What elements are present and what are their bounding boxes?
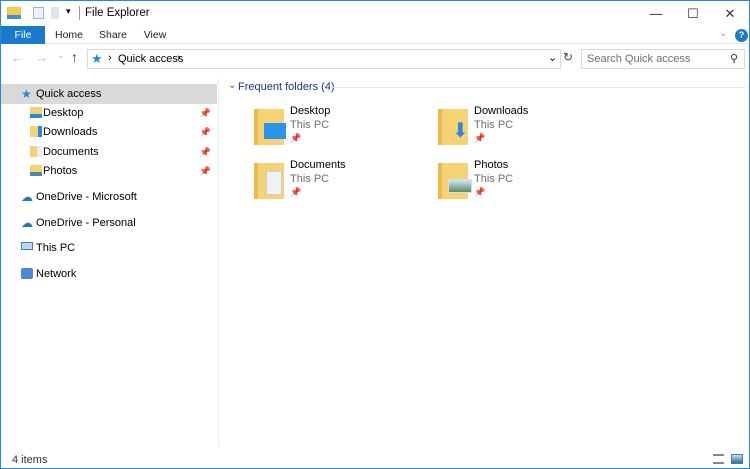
search-placeholder: Search Quick access [587,53,691,65]
folder-icon [30,165,42,176]
folder-location: This PC [290,173,330,185]
large-icons-view-icon[interactable] [731,454,743,464]
pin-icon[interactable]: 📌 [200,142,211,162]
folder-location: This PC [474,173,514,185]
pin-icon[interactable]: 📌 [474,133,485,144]
collapse-group-chevron-icon[interactable]: ⌄ [228,80,236,91]
cloud-icon: ☁ [21,216,33,230]
title-bar: ▾ File Explorer — ☐ ✕ [1,1,749,26]
close-button[interactable]: ✕ [710,1,750,26]
sidebar-item-label: Desktop [43,107,84,119]
folder-location: This PC [474,119,514,131]
folder-icon: ⬇ [438,109,469,145]
maximize-button[interactable]: ☐ [673,1,713,26]
sidebar-item-label: This PC [36,242,76,254]
content-pane: ⌄ Frequent folders (4) Desktop This PC 📌… [220,79,750,447]
customize-toolbar-icon[interactable]: ▾ [66,6,71,17]
folder-name: Documents [290,159,346,171]
pin-icon[interactable]: 📌 [290,187,301,198]
folder-location: This PC [290,119,330,131]
sidebar-item-label: OneDrive - Microsoft [36,191,137,203]
sidebar-item-this-pc[interactable]: This PC [1,238,217,258]
folder-icon [30,146,42,157]
pin-icon[interactable]: 📌 [290,133,301,144]
sidebar-item-documents[interactable]: Documents 📌 [1,142,217,162]
folder-icon [438,163,472,199]
pin-icon[interactable]: 📌 [200,103,211,123]
forward-button[interactable]: → [35,50,48,65]
window-title: File Explorer [85,7,150,19]
sidebar-item-onedrive-personal[interactable]: ☁ OneDrive - Personal [1,213,217,233]
ribbon-tabs: File Home Share View ⌄ ? [1,26,749,44]
pin-icon[interactable]: 📌 [200,122,211,142]
back-button[interactable]: ← [11,50,24,65]
sidebar-item-photos[interactable]: Photos 📌 [1,161,217,181]
divider [79,6,80,20]
sidebar-item-desktop[interactable]: Desktop 📌 [1,103,217,123]
sidebar-item-downloads[interactable]: Downloads 📌 [1,122,217,142]
star-icon: ★ [21,87,32,101]
tab-view[interactable]: View [137,26,173,44]
sidebar-item-label: OneDrive - Personal [36,217,136,229]
sidebar-item-label: Quick access [36,88,102,100]
computer-icon [21,242,33,250]
address-dropdown-icon[interactable]: ⌄ [548,51,557,64]
address-bar[interactable]: ★ › Quick access › ⌄ [87,49,561,69]
refresh-button[interactable]: ↻ [563,50,573,64]
folder-tile-documents[interactable]: Documents This PC 📌 [254,159,434,209]
folder-icon [30,126,42,137]
search-input[interactable]: Search Quick access ⚲ [581,49,745,69]
sidebar-item-quick-access[interactable]: ★ Quick access [1,84,217,104]
pin-icon[interactable]: 📌 [474,187,485,198]
network-icon [21,268,33,279]
new-folder-icon[interactable] [51,7,59,19]
expand-ribbon-chevron-icon[interactable]: ⌄ [719,28,727,39]
properties-icon[interactable] [33,7,44,19]
folder-icon [254,163,284,199]
navigation-pane: ★ Quick access Desktop 📌 Downloads 📌 Doc… [1,79,219,447]
breadcrumb-separator[interactable]: › [177,52,181,64]
folder-tile-photos[interactable]: Photos This PC 📌 [438,159,618,209]
breadcrumb-quick-access[interactable]: Quick access [118,53,183,65]
cloud-icon: ☁ [21,190,33,204]
tab-share[interactable]: Share [93,26,133,44]
folder-icon [30,107,42,118]
up-button[interactable]: ↑ [71,49,78,65]
star-icon: ★ [91,51,103,66]
folder-tile-downloads[interactable]: ⬇ Downloads This PC 📌 [438,105,618,155]
navigation-bar: ← → ⌄ ↑ ★ › Quick access › ⌄ ↻ Search Qu… [1,45,749,71]
folder-name: Desktop [290,105,331,117]
sidebar-item-label: Downloads [43,126,98,138]
group-header[interactable]: Frequent folders (4) [238,81,335,93]
pin-icon[interactable]: 📌 [200,161,211,181]
search-icon: ⚲ [729,53,738,65]
tab-file[interactable]: File [1,26,45,44]
sidebar-item-label: Photos [43,165,78,177]
sidebar-item-network[interactable]: Network [1,264,217,284]
sidebar-item-label: Documents [43,146,99,158]
sidebar-item-onedrive-microsoft[interactable]: ☁ OneDrive - Microsoft [1,187,217,207]
help-icon[interactable]: ? [735,29,748,42]
item-count: 4 items [12,454,48,466]
details-view-icon[interactable] [713,454,724,464]
folder-icon [254,109,286,145]
folder-app-icon [7,7,21,19]
folder-tile-desktop[interactable]: Desktop This PC 📌 [254,105,434,155]
minimize-button[interactable]: — [636,1,676,26]
recent-locations-button[interactable]: ⌄ [57,50,65,61]
tab-home[interactable]: Home [49,26,89,44]
breadcrumb-separator: › [108,52,112,64]
status-bar: 4 items [1,451,749,469]
folder-name: Photos [474,159,509,171]
group-divider [330,87,745,88]
sidebar-item-label: Network [36,268,77,280]
folder-name: Downloads [474,105,529,117]
